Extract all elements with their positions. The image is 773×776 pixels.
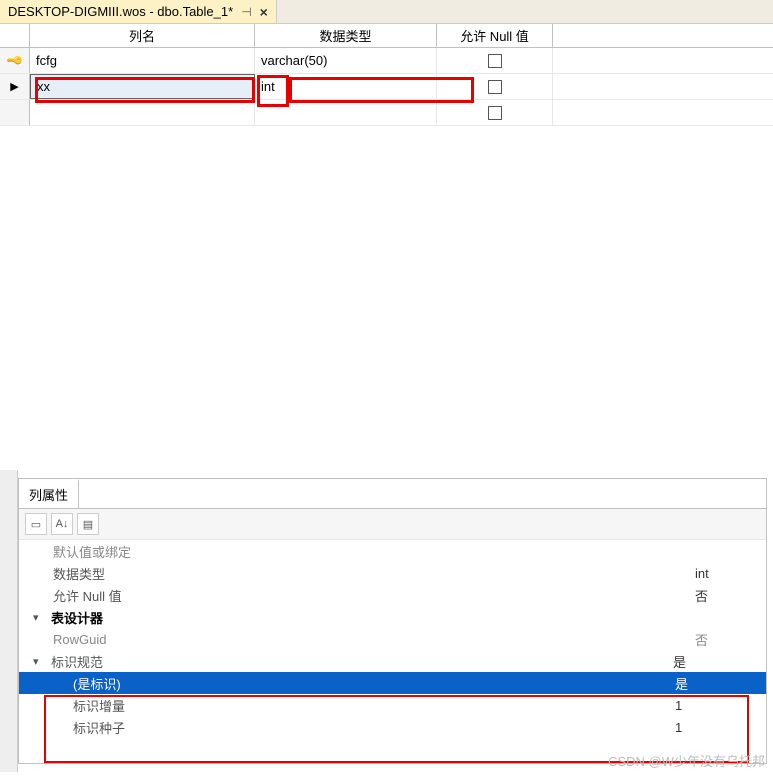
chevron-down-icon[interactable]: ▾: [33, 611, 47, 624]
header-column-name[interactable]: 列名: [30, 24, 255, 47]
close-icon[interactable]: ×: [260, 4, 268, 20]
tab-bar: DESKTOP-DIGMIII.wos - dbo.Table_1* ⊣ ×: [0, 0, 773, 24]
cell-data-type[interactable]: [255, 100, 437, 125]
header-allow-null[interactable]: 允许 Null 值: [437, 24, 553, 47]
cell-allow-null[interactable]: [437, 48, 553, 73]
prop-default-binding[interactable]: 默认值或绑定: [19, 540, 766, 562]
alphabetical-button[interactable]: A↓: [51, 513, 73, 535]
row-selector[interactable]: 🔑: [0, 48, 30, 73]
prop-allow-null[interactable]: 允许 Null 值 否: [19, 584, 766, 606]
cell-column-name[interactable]: [30, 100, 255, 125]
table-row[interactable]: [0, 100, 773, 126]
row-selector[interactable]: [0, 100, 30, 125]
document-tab[interactable]: DESKTOP-DIGMIII.wos - dbo.Table_1* ⊣ ×: [0, 0, 277, 23]
properties-toolbar: ▭ A↓ ▤: [19, 509, 766, 540]
cell-allow-null[interactable]: [437, 100, 553, 125]
properties-body: 默认值或绑定 数据类型 int 允许 Null 值 否 ▾ 表设计器 RowGu…: [19, 540, 766, 763]
table-row[interactable]: 🔑 fcfg varchar(50): [0, 48, 773, 74]
prop-group-table-designer[interactable]: ▾ 表设计器: [19, 606, 766, 628]
cell-allow-null[interactable]: [437, 74, 553, 99]
prop-is-identity[interactable]: (是标识) 是: [19, 672, 766, 694]
cell-column-name[interactable]: xx: [30, 74, 255, 99]
header-data-type[interactable]: 数据类型: [255, 24, 437, 47]
cell-data-type[interactable]: varchar(50): [255, 48, 437, 73]
prop-rowguid[interactable]: RowGuid 否: [19, 628, 766, 650]
prop-identity-increment[interactable]: 标识增量 1: [19, 694, 766, 716]
cell-column-name[interactable]: fcfg: [30, 48, 255, 73]
property-pages-button[interactable]: ▤: [77, 513, 99, 535]
checkbox[interactable]: [488, 54, 502, 68]
chevron-down-icon[interactable]: ▾: [33, 655, 47, 668]
properties-tab-bar: 列属性: [19, 479, 766, 509]
prop-identity-spec[interactable]: ▾ 标识规范 是: [19, 650, 766, 672]
row-selector[interactable]: ▶: [0, 74, 30, 99]
properties-tab[interactable]: 列属性: [19, 479, 79, 508]
prop-data-type[interactable]: 数据类型 int: [19, 562, 766, 584]
column-properties-panel: 列属性 ▭ A↓ ▤ 默认值或绑定 数据类型 int 允许 Null 值 否 ▾…: [18, 478, 767, 764]
prop-identity-seed[interactable]: 标识种子 1: [19, 716, 766, 738]
row-selector-header: [0, 24, 30, 47]
checkbox[interactable]: [488, 80, 502, 94]
table-row[interactable]: ▶ xx int: [0, 74, 773, 100]
arrow-icon: ▶: [10, 80, 18, 93]
categorized-button[interactable]: ▭: [25, 513, 47, 535]
checkbox[interactable]: [488, 106, 502, 120]
pin-icon[interactable]: ⊣: [241, 5, 251, 19]
key-icon: 🔑: [5, 51, 24, 70]
column-header-row: 列名 数据类型 允许 Null 值: [0, 24, 773, 48]
column-design-grid: 列名 数据类型 允许 Null 值 🔑 fcfg varchar(50) ▶ x…: [0, 24, 773, 127]
cell-data-type[interactable]: int: [255, 74, 437, 99]
tab-title: DESKTOP-DIGMIII.wos - dbo.Table_1*: [8, 4, 233, 19]
panel-edge: [0, 470, 18, 772]
